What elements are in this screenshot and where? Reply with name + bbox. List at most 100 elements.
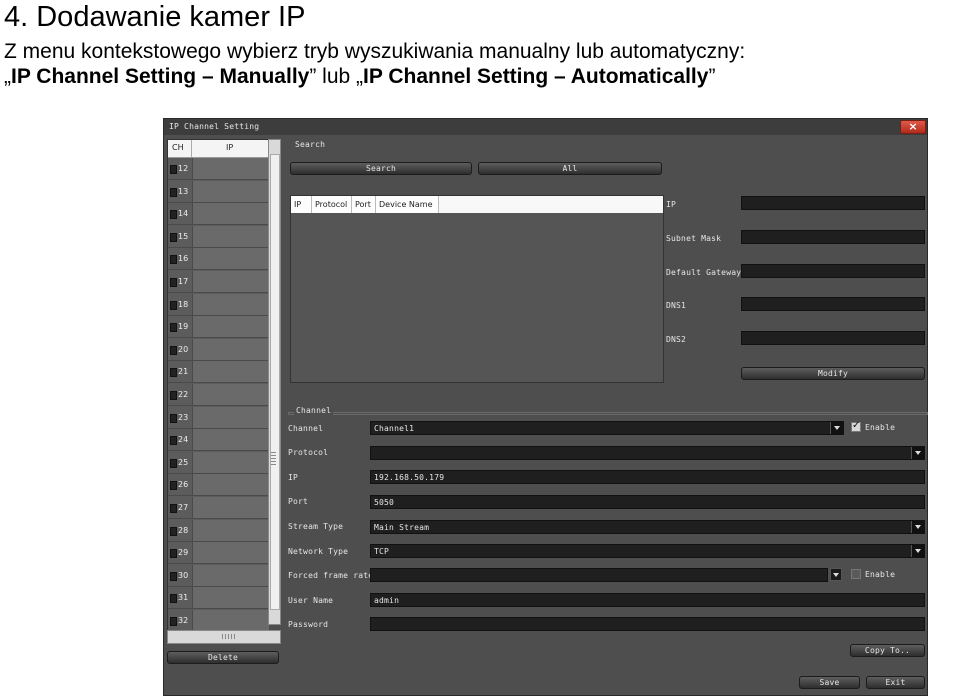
table-row[interactable]: 32 xyxy=(168,610,269,632)
table-row[interactable]: 24 xyxy=(168,429,269,452)
channel-ip-cell[interactable] xyxy=(192,203,269,225)
channel-ip-cell[interactable] xyxy=(192,610,269,631)
password-field[interactable] xyxy=(370,617,925,631)
save-button[interactable]: Save xyxy=(799,676,860,689)
channel-ip-cell[interactable] xyxy=(192,271,269,292)
table-row[interactable]: 26 xyxy=(168,474,269,497)
table-row[interactable]: 17 xyxy=(168,271,269,293)
dns1-field[interactable] xyxy=(741,297,925,311)
table-row[interactable]: 12 xyxy=(168,158,269,180)
table-row[interactable]: 29 xyxy=(168,542,269,565)
protocol-select[interactable] xyxy=(370,446,925,460)
net-ip-field[interactable] xyxy=(741,196,925,210)
table-row[interactable]: 15 xyxy=(168,225,269,248)
channel-ip-cell[interactable] xyxy=(192,361,269,383)
channel-ip-cell[interactable] xyxy=(192,225,269,247)
network-type-select[interactable]: TCP xyxy=(370,544,925,558)
row-checkbox[interactable] xyxy=(170,368,177,378)
row-checkbox[interactable] xyxy=(170,391,177,400)
channel-ip-cell[interactable] xyxy=(192,316,269,338)
row-checkbox[interactable] xyxy=(170,232,177,242)
row-checkbox[interactable] xyxy=(170,323,177,333)
channel-ip-field[interactable]: 192.168.50.179 xyxy=(370,470,925,484)
close-button[interactable]: × xyxy=(900,120,926,134)
gateway-field[interactable] xyxy=(741,264,925,278)
table-row[interactable]: 22 xyxy=(168,384,269,406)
row-checkbox[interactable] xyxy=(170,458,177,468)
row-checkbox[interactable] xyxy=(170,165,177,174)
table-row[interactable]: 21 xyxy=(168,361,269,384)
channel-ip-cell[interactable] xyxy=(192,180,269,202)
col-protocol[interactable]: Protocol xyxy=(312,196,352,213)
dns2-field[interactable] xyxy=(741,331,925,345)
row-checkbox[interactable] xyxy=(170,413,177,423)
row-checkbox[interactable] xyxy=(170,549,177,559)
stream-type-select[interactable]: Main Stream xyxy=(370,520,925,534)
row-checkbox[interactable] xyxy=(170,436,177,446)
channel-number: 17 xyxy=(178,277,189,286)
channel-ip-cell[interactable] xyxy=(192,497,269,518)
subnet-field[interactable] xyxy=(741,230,925,244)
channel-ip-cell[interactable] xyxy=(192,338,269,360)
channel-ip-cell[interactable] xyxy=(192,158,269,179)
delete-button[interactable]: Delete xyxy=(167,651,279,664)
frame-enable-checkbox[interactable] xyxy=(851,569,861,579)
channel-select[interactable]: Channel1 xyxy=(370,421,844,435)
table-row[interactable]: 23 xyxy=(168,406,269,429)
table-row[interactable]: 19 xyxy=(168,316,269,339)
exit-button[interactable]: Exit xyxy=(866,676,925,689)
all-button[interactable]: All xyxy=(478,162,662,175)
channel-ip-cell[interactable] xyxy=(192,429,269,451)
channel-list-hscrollbar[interactable] xyxy=(167,630,281,644)
row-checkbox[interactable] xyxy=(170,187,177,197)
table-row[interactable]: 25 xyxy=(168,451,269,474)
row-checkbox[interactable] xyxy=(170,504,177,513)
frame-rate-field[interactable] xyxy=(370,568,828,582)
channel-ip-cell[interactable] xyxy=(192,587,269,609)
channel-ip-cell[interactable] xyxy=(192,542,269,564)
table-row[interactable]: 14 xyxy=(168,203,269,226)
channel-ip-cell[interactable] xyxy=(192,519,269,541)
channel-ip-cell[interactable] xyxy=(192,248,269,270)
search-button[interactable]: Search xyxy=(290,162,472,175)
col-ip[interactable]: IP xyxy=(291,196,312,213)
protocol-label: Protocol xyxy=(288,448,329,457)
channel-ip-cell[interactable] xyxy=(192,293,269,315)
row-checkbox[interactable] xyxy=(170,278,177,287)
row-checkbox[interactable] xyxy=(170,526,177,536)
channel-ip-cell[interactable] xyxy=(192,451,269,473)
table-row[interactable]: 18 xyxy=(168,293,269,316)
table-row[interactable]: 13 xyxy=(168,180,269,203)
user-name-field[interactable]: admin xyxy=(370,593,925,607)
channel-ip-cell[interactable] xyxy=(192,474,269,496)
row-checkbox[interactable] xyxy=(170,300,177,310)
row-checkbox[interactable] xyxy=(170,594,177,604)
copy-to-button[interactable]: Copy To.. xyxy=(850,644,925,657)
table-row[interactable]: 27 xyxy=(168,497,269,519)
channel-ip-cell[interactable] xyxy=(192,406,269,428)
table-row[interactable]: 20 xyxy=(168,338,269,361)
ip-channel-setting-window: IP Channel Setting × CH IP 12 13 14 15 16 17 1… xyxy=(163,118,928,696)
channel-enable-checkbox[interactable] xyxy=(851,420,861,432)
table-row[interactable]: 31 xyxy=(168,587,269,610)
col-device-name[interactable]: Device Name xyxy=(376,196,439,213)
table-row[interactable]: 30 xyxy=(168,564,269,587)
row-checkbox[interactable] xyxy=(170,345,177,355)
row-checkbox[interactable] xyxy=(170,255,177,265)
row-checkbox[interactable] xyxy=(170,481,177,491)
row-checkbox[interactable] xyxy=(170,571,177,581)
modify-button[interactable]: Modify xyxy=(741,367,925,380)
channel-list-vscrollbar[interactable] xyxy=(268,139,281,625)
row-checkbox[interactable] xyxy=(170,210,177,220)
col-port[interactable]: Port xyxy=(352,196,376,213)
channel-ip-cell[interactable] xyxy=(192,384,269,405)
row-checkbox[interactable] xyxy=(170,617,177,626)
frame-rate-dropdown[interactable] xyxy=(830,568,842,581)
channel-ip-cell[interactable] xyxy=(192,564,269,586)
port-field[interactable]: 5050 xyxy=(370,495,925,509)
table-row[interactable]: 16 xyxy=(168,248,269,271)
channel-number: 13 xyxy=(178,186,189,196)
scroll-thumb[interactable] xyxy=(270,154,280,610)
device-table[interactable]: IP Protocol Port Device Name xyxy=(290,195,664,383)
table-row[interactable]: 28 xyxy=(168,519,269,542)
